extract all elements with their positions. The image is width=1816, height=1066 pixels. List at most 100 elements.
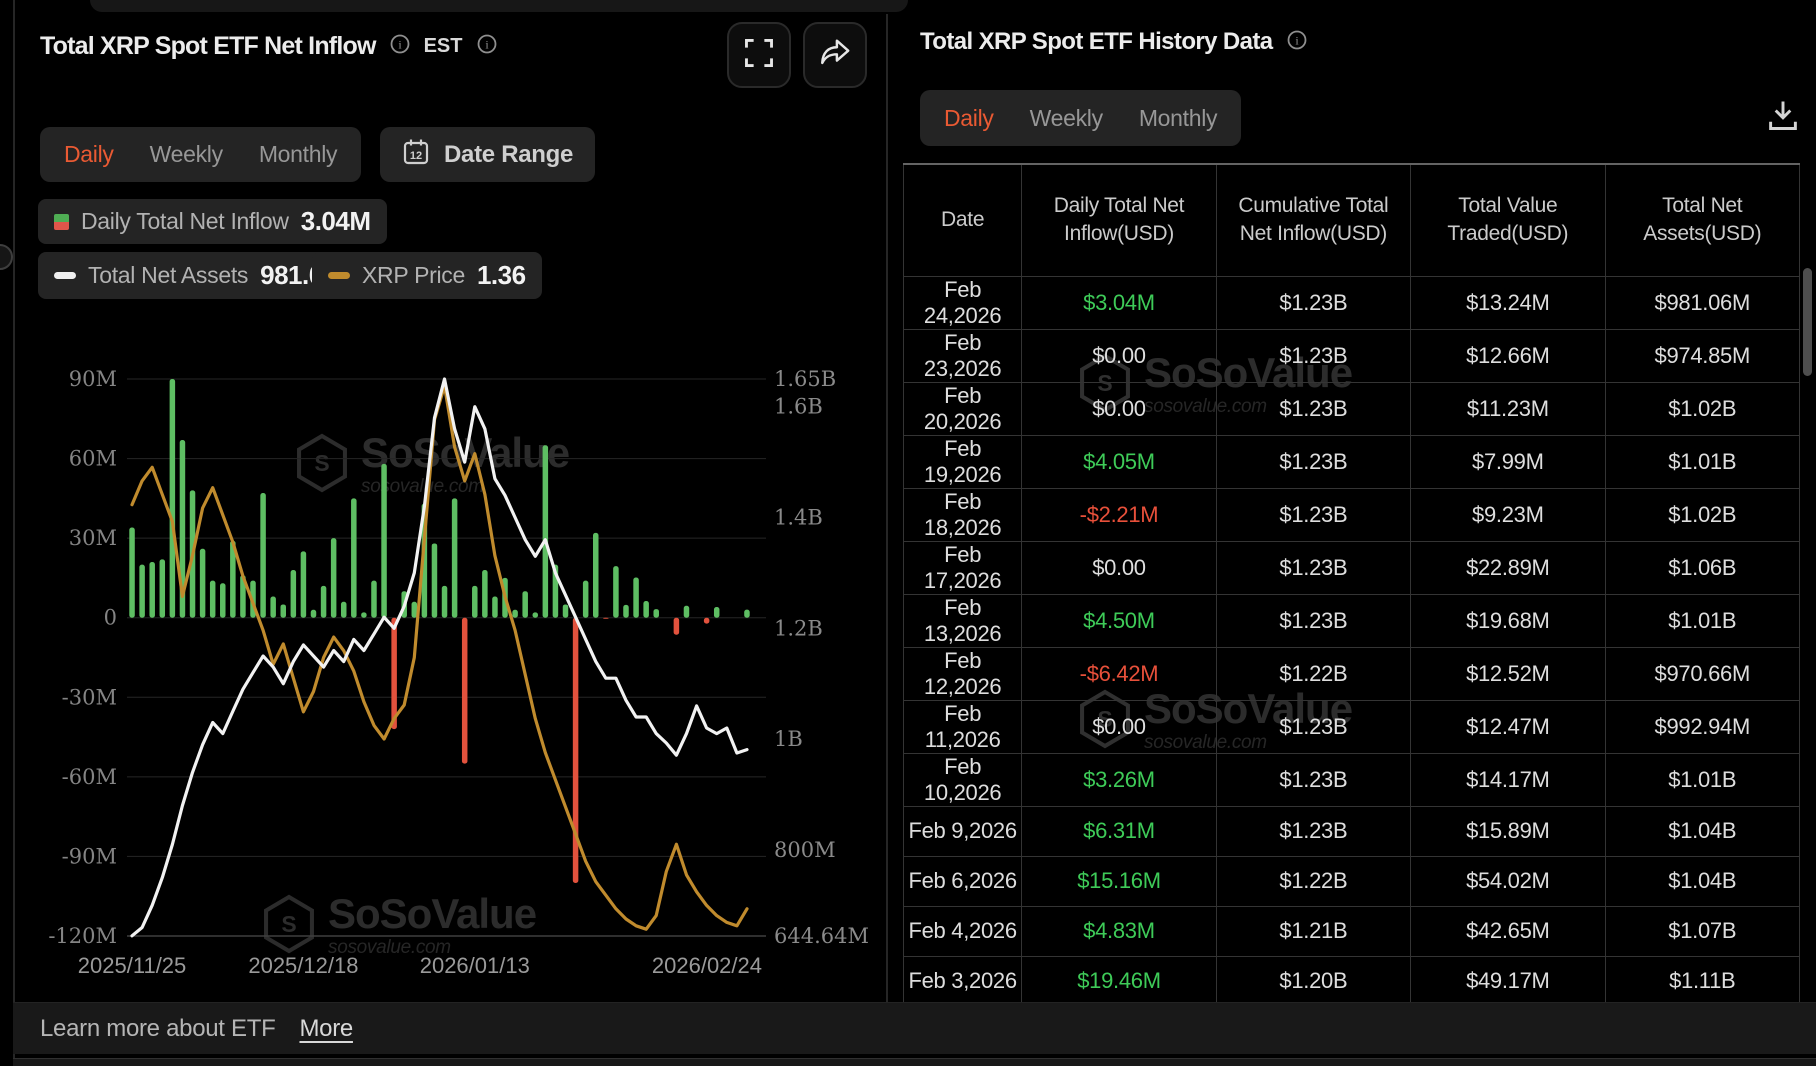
share-icon <box>818 36 852 75</box>
table-header-row: DateDaily Total Net Inflow(USD)Cumulativ… <box>904 164 1800 276</box>
x-axis-tick: 2026/02/24 <box>652 953 762 978</box>
table-cell-assets: $1.02B <box>1605 488 1799 541</box>
info-icon[interactable]: i <box>1286 29 1308 56</box>
table-cell-cumulative: $1.23B <box>1216 276 1410 329</box>
inflow-bar-positive <box>371 581 377 618</box>
fullscreen-button[interactable] <box>727 22 791 88</box>
inflow-bar-positive <box>210 581 216 618</box>
table-cell-daily: $6.31M <box>1022 806 1216 856</box>
inflow-bar-negative <box>674 618 680 635</box>
date-range-button[interactable]: 12 Date Range <box>380 127 595 182</box>
table-cell-traded: $19.68M <box>1411 594 1605 647</box>
table-cell-traded: $13.24M <box>1411 276 1605 329</box>
history-title: Total XRP Spot ETF History Data <box>920 28 1273 56</box>
table-row: Feb 18,2026-$2.21M$1.23B$9.23M$1.02B <box>904 488 1800 541</box>
svg-text:i: i <box>1295 33 1299 47</box>
table-cell-date: Feb 17,2026 <box>904 541 1022 594</box>
svg-text:i: i <box>485 38 489 52</box>
inflow-bar-positive <box>260 493 266 618</box>
table-cell-cumulative: $1.23B <box>1216 753 1410 806</box>
y-axis-tick: -90M <box>62 844 117 868</box>
table-row: Feb 19,2026$4.05M$1.23B$7.99M$1.01B <box>904 435 1800 488</box>
fullscreen-icon <box>742 36 776 75</box>
column-header: Cumulative Total Net Inflow(USD) <box>1216 164 1410 276</box>
table-cell-assets: $1.01B <box>1605 753 1799 806</box>
table-cell-date: Feb 6,2026 <box>904 856 1022 906</box>
inflow-bar-positive <box>643 601 649 618</box>
share-button[interactable] <box>803 22 867 88</box>
table-row: Feb 12,2026-$6.42M$1.22B$12.52M$970.66M <box>904 647 1800 700</box>
timezone-label: EST <box>424 35 463 58</box>
table-cell-assets: $1.06B <box>1605 541 1799 594</box>
net-inflow-chart[interactable]: 90M60M30M0-30M-60M-90M-120M1.65B1.6B1.4B… <box>15 330 886 1002</box>
table-cell-cumulative: $1.23B <box>1216 806 1410 856</box>
y-axis-tick: 60M <box>69 447 117 471</box>
table-cell-traded: $12.66M <box>1411 329 1605 382</box>
tab-monthly[interactable]: Monthly <box>259 141 337 168</box>
table-cell-daily: $0.00 <box>1022 541 1216 594</box>
table-cell-date: Feb 10,2026 <box>904 753 1022 806</box>
right-axis-tick: 644.64M <box>774 924 869 948</box>
tab-weekly[interactable]: Weekly <box>1030 105 1103 132</box>
inflow-bar-positive <box>361 612 367 617</box>
inflow-bar-positive <box>129 528 135 618</box>
footer-more-link[interactable]: More <box>299 1015 352 1043</box>
legend-label: Daily Total Net Inflow <box>81 208 289 235</box>
inflow-bar-positive <box>281 604 287 617</box>
table-row: Feb 9,2026$6.31M$1.23B$15.89M$1.04B <box>904 806 1800 856</box>
table-row: Feb 24,2026$3.04M$1.23B$13.24M$981.06M <box>904 276 1800 329</box>
info-icon[interactable]: i <box>476 33 498 60</box>
table-cell-date: Feb 11,2026 <box>904 700 1022 753</box>
download-button[interactable] <box>1762 96 1804 138</box>
table-cell-traded: $12.47M <box>1411 700 1605 753</box>
panel-collapse-handle[interactable] <box>0 244 13 270</box>
inflow-bar-positive <box>472 586 478 618</box>
inflow-bar-positive <box>139 565 145 618</box>
inflow-bar-positive <box>341 602 347 618</box>
table-cell-traded: $7.99M <box>1411 435 1605 488</box>
table-cell-assets: $1.02B <box>1605 382 1799 435</box>
table-cell-date: Feb 24,2026 <box>904 276 1022 329</box>
chart-header: Total XRP Spot ETF Net Inflow i EST i <box>40 32 498 61</box>
info-icon[interactable]: i <box>389 33 411 60</box>
right-axis-tick: 1.2B <box>774 616 823 640</box>
column-header: Total Value Traded(USD) <box>1411 164 1605 276</box>
table-cell-cumulative: $1.23B <box>1216 488 1410 541</box>
inflow-bar-positive <box>633 578 639 618</box>
table-cell-traded: $42.65M <box>1411 906 1605 956</box>
inflow-bar-positive <box>593 533 599 618</box>
table-cell-daily: $0.00 <box>1022 329 1216 382</box>
table-cell-assets: $1.01B <box>1605 594 1799 647</box>
tab-daily[interactable]: Daily <box>64 141 114 168</box>
total-net-assets-line <box>132 379 747 936</box>
inflow-bar-negative <box>603 618 609 619</box>
tab-weekly[interactable]: Weekly <box>150 141 223 168</box>
inflow-bar-positive <box>381 464 387 618</box>
history-table[interactable]: DateDaily Total Net Inflow(USD)Cumulativ… <box>903 163 1800 1002</box>
table-cell-daily: -$2.21M <box>1022 488 1216 541</box>
inflow-bar-positive <box>432 543 438 617</box>
table-scrollbar-thumb[interactable] <box>1803 268 1812 376</box>
inflow-bar-positive <box>613 566 619 618</box>
inflow-bar-positive <box>452 498 458 617</box>
table-cell-assets: $992.94M <box>1605 700 1799 753</box>
download-icon <box>1765 97 1801 138</box>
table-cell-date: Feb 18,2026 <box>904 488 1022 541</box>
tab-daily[interactable]: Daily <box>944 105 994 132</box>
inflow-bar-positive <box>442 586 448 618</box>
inflow-bar-positive <box>583 581 589 618</box>
inflow-bar-positive <box>623 605 629 618</box>
right-axis-tick: 1.4B <box>774 506 823 530</box>
table-cell-cumulative: $1.22B <box>1216 647 1410 700</box>
table-cell-daily: $0.00 <box>1022 700 1216 753</box>
table-cell-daily: $0.00 <box>1022 382 1216 435</box>
table-cell-date: Feb 3,2026 <box>904 956 1022 1002</box>
legend-xrp-price[interactable]: XRP Price 1.36 <box>312 252 542 299</box>
table-cell-assets: $1.04B <box>1605 806 1799 856</box>
tab-monthly[interactable]: Monthly <box>1139 105 1217 132</box>
inflow-bar-positive <box>653 609 659 618</box>
inflow-bar-positive <box>291 570 297 618</box>
table-row: Feb 17,2026$0.00$1.23B$22.89M$1.06B <box>904 541 1800 594</box>
legend-daily-net-inflow[interactable]: Daily Total Net Inflow 3.04M <box>38 199 387 244</box>
table-cell-cumulative: $1.23B <box>1216 329 1410 382</box>
